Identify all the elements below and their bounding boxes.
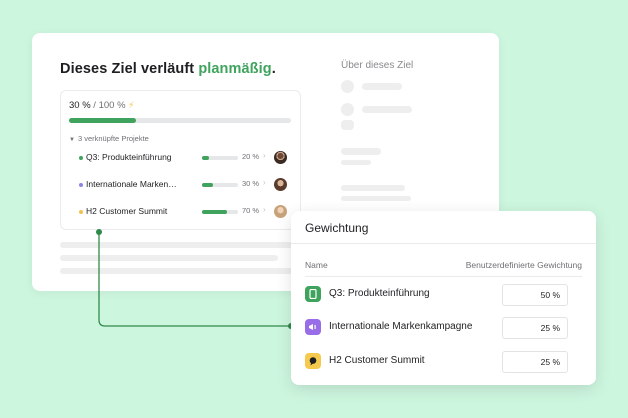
placeholder-avatar: [341, 80, 354, 93]
weight-input[interactable]: 25 %: [502, 317, 568, 339]
placeholder-text: [60, 268, 298, 274]
goal-progress-bar: [69, 118, 291, 123]
column-header-weight: Benutzerdefinierte Gewichtung: [465, 260, 582, 270]
project-color-dot: [79, 210, 83, 214]
progress-target: 100 %: [98, 100, 126, 111]
placeholder-text: [341, 160, 371, 165]
linked-project-row[interactable]: Q3: Produkteinführung 20 % ›: [79, 150, 291, 166]
about-goal-title: Über dieses Ziel: [341, 60, 414, 71]
divider: [291, 243, 596, 244]
speech-bubble-icon: [305, 353, 321, 369]
project-progress-bar: [202, 156, 238, 160]
phone-icon: [305, 286, 321, 302]
chevron-right-icon: ›: [263, 205, 266, 214]
caret-down-icon: ▼: [69, 137, 75, 143]
weighting-row: Q3: Produkteinführung 50 %: [305, 284, 582, 306]
weighting-row: H2 Customer Summit 25 %: [305, 351, 582, 373]
project-progress-bar: [202, 210, 238, 214]
project-name: Internationale Markenkampagne: [329, 321, 473, 332]
person-avatar: [274, 178, 287, 191]
placeholder-icon: [341, 120, 354, 130]
status-word: planmäßig: [198, 61, 272, 77]
goal-progress-panel: 30 % / 100 % ⚡ ▼ 3 verknüpfte Projekte Q3…: [60, 90, 301, 230]
weighting-card: Gewichtung Name Benutzerdefinierte Gewic…: [291, 211, 596, 385]
linked-projects-toggle[interactable]: ▼ 3 verknüpfte Projekte: [69, 134, 149, 143]
project-color-dot: [79, 156, 83, 160]
progress-readout: 30 % / 100 % ⚡: [69, 100, 135, 111]
linked-project-row[interactable]: H2 Customer Summit 70 % ›: [79, 204, 291, 220]
goal-progress-fill: [69, 118, 136, 123]
placeholder-text: [362, 106, 412, 113]
project-progress-fill: [202, 210, 228, 214]
placeholder-text: [60, 255, 278, 261]
project-name: Internationale Marken…: [86, 179, 177, 189]
megaphone-icon: [305, 319, 321, 335]
person-avatar: [274, 205, 287, 218]
project-color-dot: [79, 183, 83, 187]
column-header-name: Name: [305, 260, 328, 270]
bolt-icon: ⚡: [128, 100, 135, 110]
project-percent: 30 %: [242, 179, 260, 188]
project-name: H2 Customer Summit: [86, 206, 168, 216]
placeholder-text: [362, 83, 402, 90]
placeholder-avatar: [341, 103, 354, 116]
placeholder-text: [341, 148, 381, 155]
placeholder-text: [60, 242, 302, 248]
project-progress-fill: [202, 156, 210, 160]
project-percent: 70 %: [242, 206, 260, 215]
weighting-row: Internationale Markenkampagne 25 %: [305, 317, 582, 339]
chevron-right-icon: ›: [263, 178, 266, 187]
divider: [305, 276, 582, 277]
placeholder-text: [341, 185, 405, 191]
weight-input[interactable]: 25 %: [502, 351, 568, 373]
project-name: Q3: Produkteinführung: [86, 152, 172, 162]
placeholder-text: [341, 196, 411, 201]
goal-status-heading: Dieses Ziel verläuft planmäßig.: [60, 61, 276, 77]
weighting-title: Gewichtung: [305, 221, 369, 235]
project-name: Q3: Produkteinführung: [329, 288, 430, 299]
weight-input[interactable]: 50 %: [502, 284, 568, 306]
project-progress-fill: [202, 183, 213, 187]
linked-project-row[interactable]: Internationale Marken… 30 % ›: [79, 177, 291, 193]
project-progress-bar: [202, 183, 238, 187]
progress-current: 30 %: [69, 100, 91, 111]
chevron-right-icon: ›: [263, 151, 266, 160]
person-avatar: [274, 151, 287, 164]
project-percent: 20 %: [242, 152, 260, 161]
project-name: H2 Customer Summit: [329, 355, 425, 366]
